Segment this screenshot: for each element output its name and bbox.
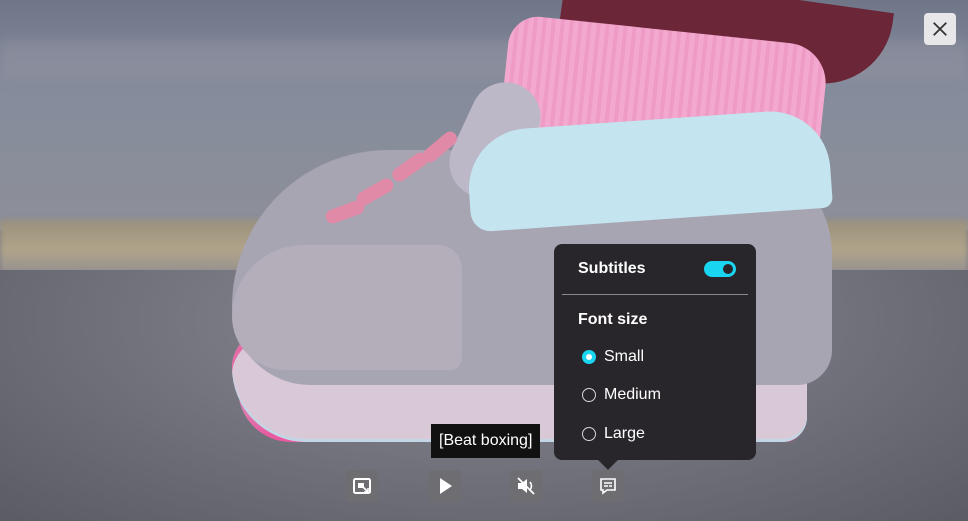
- subtitles-icon: [600, 478, 616, 495]
- font-size-option-large[interactable]: Large: [582, 425, 645, 443]
- font-size-option-small[interactable]: Small: [582, 348, 644, 366]
- muted-volume-icon: [517, 477, 535, 495]
- font-size-heading: Font size: [578, 311, 648, 328]
- divider: [562, 294, 748, 295]
- radio-selected-icon[interactable]: [582, 350, 596, 364]
- radio-unselected-icon[interactable]: [582, 388, 596, 402]
- option-label: Small: [604, 348, 645, 365]
- subtitles-button[interactable]: [592, 470, 624, 502]
- subtitles-toggle[interactable]: [704, 261, 736, 277]
- mute-button[interactable]: [510, 470, 542, 502]
- close-button[interactable]: [924, 13, 956, 45]
- option-label: Large: [604, 425, 645, 442]
- picture-in-picture-button[interactable]: [346, 470, 378, 502]
- subtitles-settings-menu: Subtitles Font size Small Medium Large: [554, 244, 756, 460]
- video-player: [Beat boxing] Subtitles Font size Small …: [0, 0, 968, 521]
- play-icon: [440, 478, 452, 494]
- subtitles-label: Subtitles: [578, 260, 646, 277]
- option-label: Medium: [604, 386, 661, 403]
- subtitle-caption: [Beat boxing]: [431, 424, 541, 458]
- subtitles-row: Subtitles: [578, 260, 736, 278]
- picture-in-picture-icon: [353, 478, 371, 494]
- play-button[interactable]: [429, 470, 461, 502]
- close-icon: [933, 22, 947, 36]
- font-size-option-medium[interactable]: Medium: [582, 386, 661, 404]
- radio-unselected-icon[interactable]: [582, 427, 596, 441]
